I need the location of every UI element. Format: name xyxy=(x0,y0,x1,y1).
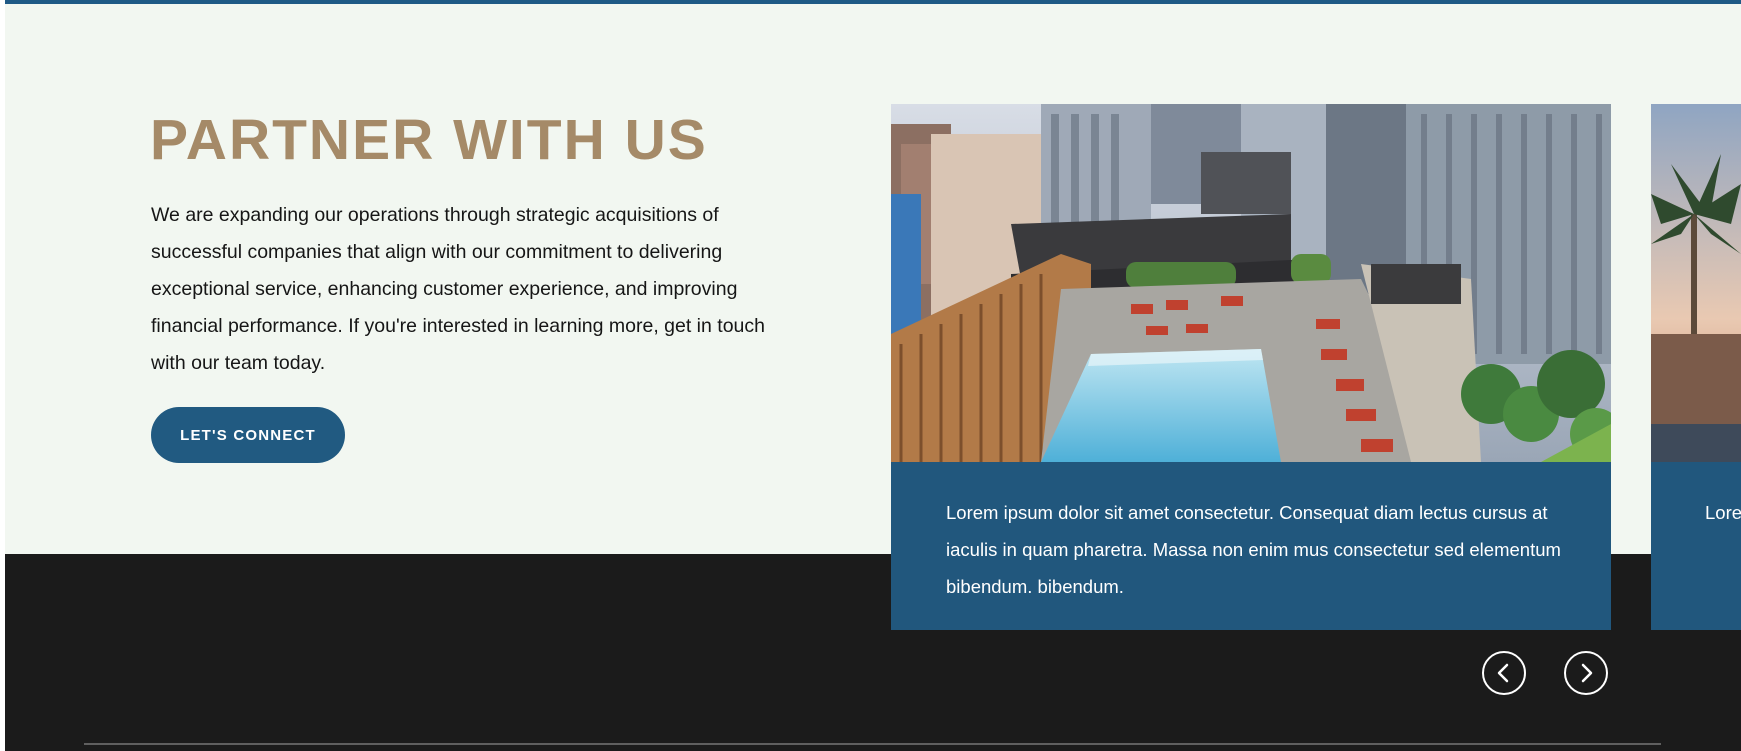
slide-caption-text: Lorem cursus sed xyxy=(1705,502,1741,523)
desert-palm-image xyxy=(1651,104,1741,462)
carousel-slide: Lorem cursus sed xyxy=(1651,104,1741,630)
partner-description: We are expanding our operations through … xyxy=(151,204,765,374)
rooftop-pool-image xyxy=(891,104,1611,462)
chevron-left-icon xyxy=(1497,663,1509,683)
carousel-next-button[interactable] xyxy=(1564,651,1608,695)
chevron-right-icon xyxy=(1581,663,1593,683)
page-title: PARTNER WITH US xyxy=(150,108,708,172)
slide-caption-panel: Lorem cursus sed xyxy=(1651,462,1741,630)
footer-divider xyxy=(84,743,1661,745)
page-left-edge xyxy=(0,0,5,751)
carousel-prev-button[interactable] xyxy=(1482,651,1526,695)
lets-connect-button[interactable]: LET'S CONNECT xyxy=(151,407,345,463)
slide-caption-panel: Lorem ipsum dolor sit amet consectetur. … xyxy=(891,462,1611,630)
slide-caption-text: Lorem ipsum dolor sit amet consectetur. … xyxy=(946,502,1561,597)
carousel-slide: Lorem ipsum dolor sit amet consectetur. … xyxy=(891,104,1611,630)
